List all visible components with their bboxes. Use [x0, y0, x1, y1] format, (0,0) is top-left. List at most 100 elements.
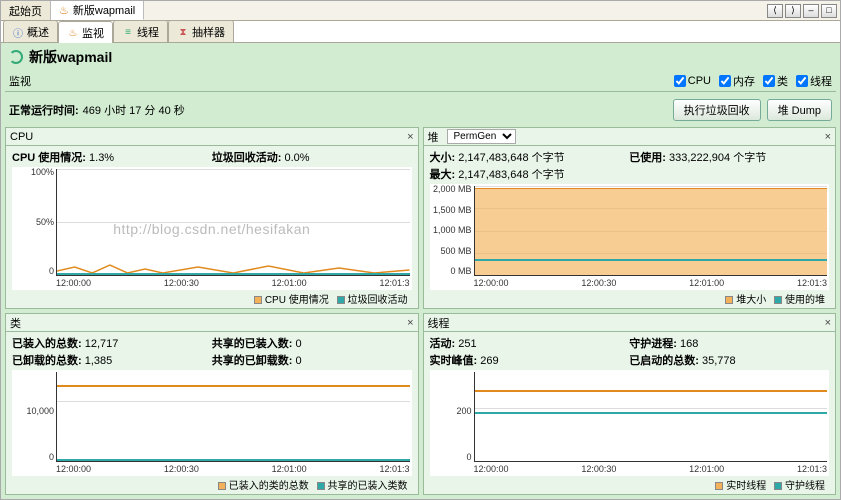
heap-used-label: 已使用:: [629, 152, 666, 164]
check-thr-box[interactable]: [796, 75, 808, 87]
tab-threads[interactable]: ≡ 线程: [113, 20, 168, 42]
monitor-icon: ♨: [67, 27, 79, 39]
sub-tabstrip: ⓘ 概述 ♨ 监视 ≡ 线程 ⧗ 抽样器: [1, 21, 840, 43]
main-tab-app-label: 新版wapmail: [73, 2, 135, 18]
divider: [5, 91, 836, 92]
maximize-button[interactable]: □: [821, 4, 837, 18]
overview-icon: ⓘ: [12, 26, 24, 38]
cls-loaded-label: 已装入的总数:: [12, 338, 82, 350]
thr-peak-value: 269: [480, 355, 498, 367]
tab-sampler-label: 抽样器: [192, 24, 225, 40]
cpu-chart: http://blog.csdn.net/hesifakan 100%50%0 …: [12, 167, 412, 290]
threads-chart: 2000 12:00:0012:00:3012:01:0012:01:3: [430, 370, 830, 476]
panel-heap-title: 堆: [428, 129, 439, 145]
panel-threads: 线程 × 活动: 251 守护进程: 168 实时峰值: 269 已启动的总数:…: [423, 313, 837, 495]
thr-daemon-line: [475, 412, 828, 414]
thr-daemon-value: 168: [680, 338, 698, 350]
cpu-gc-value: 0.0%: [284, 152, 309, 164]
gc-button[interactable]: 执行垃圾回收: [673, 99, 761, 121]
panel-classes-close-icon[interactable]: ×: [407, 317, 413, 329]
monitor-bar: 监视 CPU 内存 类 线程: [1, 71, 840, 91]
heap-size-value: 2,147,483,648 个字节: [458, 152, 564, 164]
cls-loaded-line: [57, 385, 410, 387]
check-mem[interactable]: 内存: [719, 73, 755, 89]
cls-unloaded-label: 已卸载的总数:: [12, 355, 82, 367]
thr-peak-label: 实时峰值:: [430, 355, 478, 367]
cls-sharedloaded-value: 0: [295, 338, 301, 350]
panel-heap-close-icon[interactable]: ×: [825, 131, 831, 143]
classes-stats: 已装入的总数: 12,717 共享的已装入数: 0 已卸载的总数: 1,385 …: [12, 335, 412, 368]
chart-grid: CPU × CPU 使用情况: 1.3% 垃圾回收活动: 0.0% http:/…: [1, 127, 840, 499]
window-controls: ⟨ ⟩ – □: [767, 4, 840, 18]
check-mem-box[interactable]: [719, 75, 731, 87]
heap-used-line: [475, 259, 828, 261]
top-tabstrip: 起始页 ♨ 新版wapmail ⟨ ⟩ – □: [1, 1, 840, 21]
heap-size-area: [475, 188, 828, 275]
panel-threads-close-icon[interactable]: ×: [825, 317, 831, 329]
cpu-stats: CPU 使用情况: 1.3% 垃圾回收活动: 0.0%: [12, 149, 412, 165]
refresh-icon[interactable]: [9, 50, 23, 64]
content-area: 新版wapmail 监视 CPU 内存 类 线程 正常运行时间: 469 小时 …: [1, 43, 840, 499]
tab-monitor[interactable]: ♨ 监视: [58, 21, 113, 43]
monitor-checks: CPU 内存 类 线程: [674, 73, 832, 89]
minimize-button[interactable]: –: [803, 4, 819, 18]
cls-loaded-value: 12,717: [85, 338, 119, 350]
heap-legend: 堆大小 使用的堆: [430, 290, 830, 306]
nav-back-button[interactable]: ⟨: [767, 4, 783, 18]
panel-classes: 类 × 已装入的总数: 12,717 共享的已装入数: 0 已卸载的总数: 1,…: [5, 313, 419, 495]
main-tab-start[interactable]: 起始页: [1, 1, 51, 20]
panel-cpu: CPU × CPU 使用情况: 1.3% 垃圾回收活动: 0.0% http:/…: [5, 127, 419, 309]
heap-max-label: 最大:: [430, 169, 456, 181]
thr-started-value: 35,778: [702, 355, 736, 367]
thr-started-label: 已启动的总数:: [629, 355, 699, 367]
tab-overview-label: 概述: [27, 24, 49, 40]
cls-sharedloaded-label: 共享的已装入数:: [212, 338, 293, 350]
panel-cpu-title: CPU: [10, 131, 33, 143]
sampler-icon: ⧗: [177, 26, 189, 38]
cls-sharedunloaded-value: 0: [295, 355, 301, 367]
uptime-value: 469 小时 17 分 40 秒: [83, 102, 185, 118]
app-window: 起始页 ♨ 新版wapmail ⟨ ⟩ – □ ⓘ 概述 ♨ 监视 ≡ 线程 ⧗: [0, 0, 841, 500]
threads-stats: 活动: 251 守护进程: 168 实时峰值: 269 已启动的总数: 35,7…: [430, 335, 830, 368]
heap-chart: 2,000 MB1,500 MB1,000 MB500 MB0 MB 12:00…: [430, 184, 830, 290]
cls-unloaded-value: 1,385: [85, 355, 113, 367]
thr-daemon-label: 守护进程:: [629, 338, 677, 350]
thr-live-line: [475, 390, 828, 392]
cpu-usage-value: 1.3%: [89, 152, 114, 164]
check-thr[interactable]: 线程: [796, 73, 832, 89]
panel-heap: 堆 PermGen × 大小: 2,147,483,648 个字节 已使用: 3…: [423, 127, 837, 309]
panel-threads-title: 线程: [428, 315, 450, 331]
uptime-label: 正常运行时间:: [9, 102, 79, 118]
nav-fwd-button[interactable]: ⟩: [785, 4, 801, 18]
thr-live-label: 活动:: [430, 338, 456, 350]
check-cls-box[interactable]: [763, 75, 775, 87]
heapdump-button[interactable]: 堆 Dump: [767, 99, 832, 121]
threads-icon: ≡: [122, 26, 134, 38]
heap-stats: 大小: 2,147,483,648 个字节 已使用: 333,222,904 个…: [430, 149, 830, 182]
classes-legend: 已装入的类的总数 共享的已装入类数: [12, 476, 412, 492]
check-cpu[interactable]: CPU: [674, 75, 711, 87]
tab-sampler[interactable]: ⧗ 抽样器: [168, 20, 234, 42]
cls-shared-line: [57, 459, 410, 461]
page-title-bar: 新版wapmail: [1, 43, 840, 71]
cpu-gc-line: [57, 273, 410, 275]
heap-selector[interactable]: PermGen: [447, 129, 516, 144]
panel-classes-title: 类: [10, 315, 21, 331]
main-tab-app[interactable]: ♨ 新版wapmail: [51, 1, 144, 20]
tab-monitor-label: 监视: [82, 25, 104, 41]
cls-sharedunloaded-label: 共享的已卸载数:: [212, 355, 293, 367]
heap-used-value: 333,222,904 个字节: [669, 152, 766, 164]
tab-threads-label: 线程: [137, 24, 159, 40]
check-cls[interactable]: 类: [763, 73, 788, 89]
check-cpu-box[interactable]: [674, 75, 686, 87]
cpu-usage-label: CPU 使用情况:: [12, 152, 86, 164]
heap-max-value: 2,147,483,648 个字节: [458, 169, 564, 181]
heap-size-label: 大小:: [430, 152, 456, 164]
monitor-label: 监视: [9, 73, 31, 89]
cpu-legend: CPU 使用情况 垃圾回收活动: [12, 290, 412, 306]
classes-chart: 10,0000 12:00:0012:00:3012:01:0012:01:3: [12, 370, 412, 476]
threads-legend: 实时线程 守护线程: [430, 476, 830, 492]
tab-overview[interactable]: ⓘ 概述: [3, 20, 58, 42]
panel-cpu-close-icon[interactable]: ×: [407, 131, 413, 143]
page-title: 新版wapmail: [29, 47, 112, 67]
